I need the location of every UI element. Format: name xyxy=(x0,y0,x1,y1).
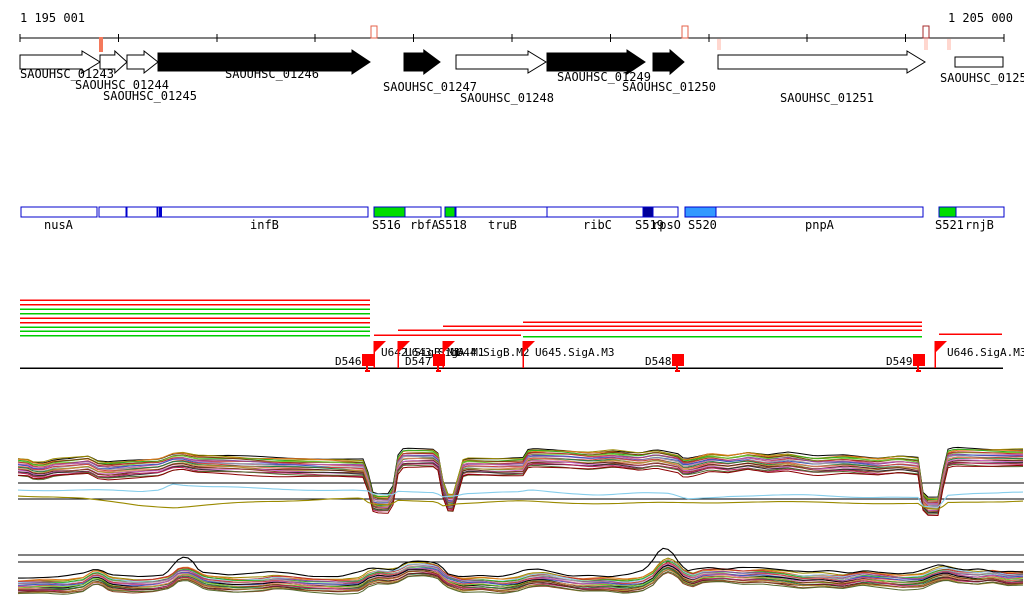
u-flag-pennant-icon[interactable] xyxy=(935,341,947,353)
ruler-marker-pale xyxy=(924,39,928,50)
d-flag-box-icon[interactable] xyxy=(913,354,925,366)
operon-box[interactable] xyxy=(456,207,547,217)
operon-label: truB xyxy=(488,218,517,232)
u-flag-label: U645.SigA.M3 xyxy=(535,346,614,359)
d-flag-foot xyxy=(675,370,680,372)
operon-label: rbfA xyxy=(410,218,440,232)
operon-box[interactable] xyxy=(405,207,441,217)
operon-box[interactable] xyxy=(99,207,126,217)
ruler-marker-open xyxy=(682,26,688,38)
d-flag-box-icon[interactable] xyxy=(433,354,445,366)
d-flag-box-icon[interactable] xyxy=(362,354,374,366)
operon-box[interactable] xyxy=(21,207,97,217)
operon-label: S520 xyxy=(688,218,717,232)
olive-profile xyxy=(18,496,1023,509)
operon-label: nusA xyxy=(44,218,74,232)
position-label-start: 1 195 001 xyxy=(20,11,85,25)
gene-arrow[interactable] xyxy=(404,50,440,74)
operon-box[interactable] xyxy=(643,207,653,217)
gene-label: SAOUHSC_01252 xyxy=(940,71,1024,85)
operon-box[interactable] xyxy=(653,207,678,217)
operon-label: pnpA xyxy=(805,218,835,232)
operon-box[interactable] xyxy=(158,207,368,217)
ruler-marker-pale xyxy=(947,39,951,50)
d-flag-label: D546 xyxy=(335,355,362,368)
operon-box[interactable] xyxy=(956,207,1004,217)
position-label-end: 1 205 000 xyxy=(948,11,1013,25)
d-flag-foot xyxy=(916,370,921,372)
gene-arrow[interactable] xyxy=(955,57,1003,67)
operon-box[interactable] xyxy=(445,207,455,217)
operon-start-mark xyxy=(159,207,162,217)
operon-label: S516 xyxy=(372,218,401,232)
gene-label: SAOUHSC_01245 xyxy=(103,89,197,103)
operon-box[interactable] xyxy=(685,207,716,217)
d-flag-label: D548 xyxy=(645,355,672,368)
operon-box[interactable] xyxy=(547,207,643,217)
d-flag-box-icon[interactable] xyxy=(672,354,684,366)
gene-label: SAOUHSC_01246 xyxy=(225,67,319,81)
gene-label: SAOUHSC_01250 xyxy=(622,80,716,94)
gene-arrow[interactable] xyxy=(127,51,158,73)
operon-box[interactable] xyxy=(939,207,956,217)
gene-label: SAOUHSC_01251 xyxy=(780,91,874,105)
d-flag-foot xyxy=(365,370,370,372)
operon-label: rnjB xyxy=(965,218,994,232)
d-flag-label: D547 xyxy=(405,355,432,368)
ruler-marker-pale xyxy=(717,39,721,50)
gene-arrow[interactable] xyxy=(653,50,684,74)
operon-label: ribC xyxy=(583,218,612,232)
operon-label: infB xyxy=(250,218,279,232)
ruler-marker-open xyxy=(371,26,377,38)
u-flag-label: U646.SigA.M3 xyxy=(947,346,1024,359)
genome-browser: 1 195 001 1 205 000 SAOUHSC_01243SAOUHSC… xyxy=(0,0,1024,611)
d-flag-label: D549 xyxy=(886,355,913,368)
gene-arrow[interactable] xyxy=(718,51,925,73)
operon-label: S521 xyxy=(935,218,964,232)
operon-box[interactable] xyxy=(374,207,405,217)
ruler-marker-open xyxy=(923,26,929,38)
operon-box[interactable] xyxy=(716,207,923,217)
gene-label: SAOUHSC_01248 xyxy=(460,91,554,105)
u-flag-label: U644.SigB.M2 xyxy=(450,346,529,359)
operon-label: S518 xyxy=(438,218,467,232)
genome-browser-canvas: SAOUHSC_01243SAOUHSC_01244SAOUHSC_01245S… xyxy=(0,0,1024,611)
gene-arrow[interactable] xyxy=(456,51,546,73)
ruler-marker-filled xyxy=(99,37,103,52)
operon-box[interactable] xyxy=(127,207,157,217)
operon-label: rpsO xyxy=(652,218,681,232)
d-flag-foot xyxy=(436,370,441,372)
